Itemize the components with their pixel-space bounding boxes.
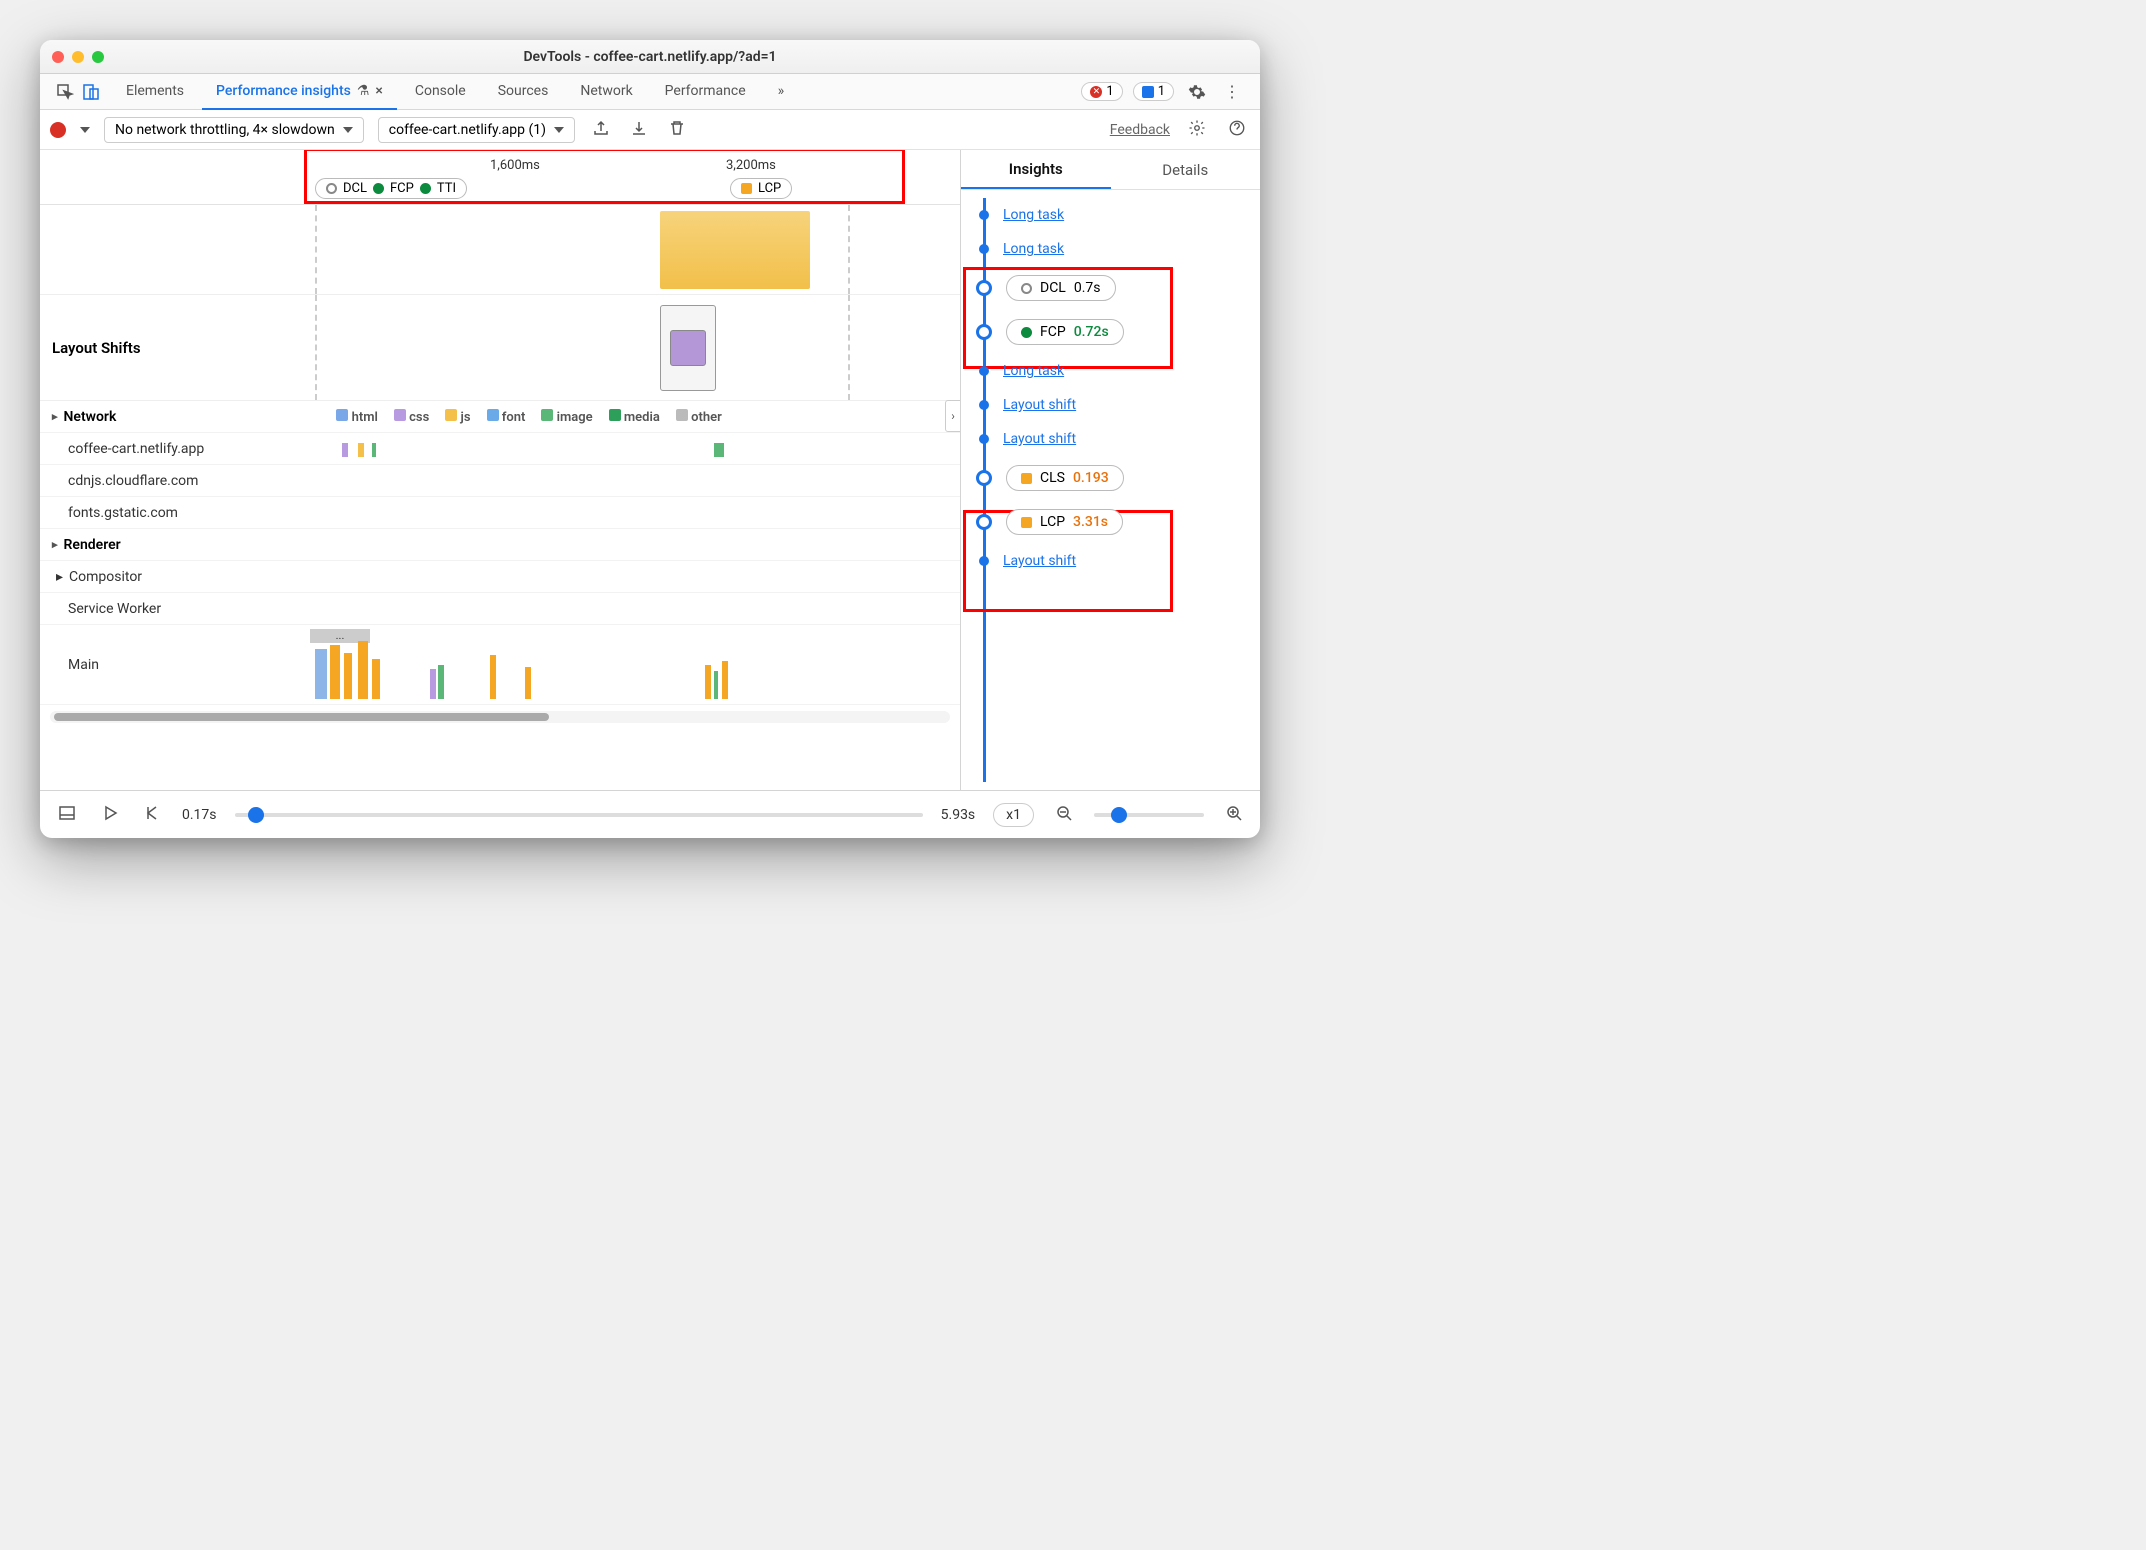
titlebar: DevTools - coffee-cart.netlify.app/?ad=1	[40, 40, 1260, 74]
host-row[interactable]: coffee-cart.netlify.app	[40, 433, 960, 465]
insight-dcl[interactable]: DCL 0.7s	[975, 266, 1260, 310]
tab-console[interactable]: Console	[401, 74, 480, 110]
renderer-section[interactable]: Renderer	[40, 529, 960, 561]
zoom-window[interactable]	[92, 51, 104, 63]
tab-perf-label: Performance insights	[216, 83, 351, 99]
layout-shifts-row: Layout Shifts	[40, 295, 960, 401]
import-icon[interactable]	[627, 116, 651, 144]
expand-drawer-icon[interactable]: ›	[945, 400, 960, 432]
host-row[interactable]: cdnjs.cloudflare.com	[40, 465, 960, 497]
help-icon[interactable]	[1224, 115, 1250, 145]
record-button[interactable]	[50, 122, 66, 138]
insight-long-task[interactable]: Long task	[975, 198, 1260, 232]
drawer-toggle-icon[interactable]	[54, 800, 80, 830]
timeline-ruler[interactable]: 1,600ms 3,200ms DCL FCP TTI LCP	[40, 150, 960, 205]
insight-cls[interactable]: CLS 0.193	[975, 456, 1260, 500]
export-icon[interactable]	[589, 116, 613, 144]
tab-insights[interactable]: Insights	[961, 150, 1111, 189]
error-badge[interactable]: ✕1	[1081, 82, 1122, 101]
play-icon[interactable]	[98, 801, 122, 829]
insight-fcp[interactable]: FCP 0.72s	[975, 310, 1260, 354]
traffic-lights	[52, 51, 104, 63]
scroll-thumb[interactable]	[54, 713, 549, 721]
insight-long-task[interactable]: Long task	[975, 354, 1260, 388]
minimize-window[interactable]	[72, 51, 84, 63]
renderer-label: Renderer	[64, 537, 121, 553]
close-tab-icon[interactable]: ×	[375, 83, 382, 99]
playbar: 0.17s 5.93s x1	[40, 790, 1260, 838]
playback-speed[interactable]: x1	[993, 803, 1034, 827]
playbar-end-time: 5.93s	[941, 807, 976, 823]
horizontal-scrollbar[interactable]	[50, 711, 950, 723]
zoom-out-icon[interactable]	[1052, 801, 1076, 829]
window-title: DevTools - coffee-cart.netlify.app/?ad=1	[523, 49, 776, 65]
kebab-menu-icon[interactable]: ⋮	[1220, 78, 1244, 105]
layout-shift-thumb[interactable]	[660, 305, 716, 391]
tabs-overflow[interactable]: »	[764, 74, 799, 110]
throttle-label: No network throttling, 4× slowdown	[115, 122, 335, 138]
record-dropdown[interactable]	[80, 127, 90, 133]
insight-lcp[interactable]: LCP 3.31s	[975, 500, 1260, 544]
slider-knob[interactable]	[248, 807, 264, 823]
network-section[interactable]: Network html css js font image media oth…	[40, 401, 960, 433]
tick-1600: 1,600ms	[490, 158, 540, 173]
tab-elements[interactable]: Elements	[112, 74, 198, 110]
insights-sidebar: Insights Details Long task Long task DCL…	[960, 150, 1260, 790]
insights-tabs: Insights Details	[961, 150, 1260, 190]
flask-icon: ⚗	[357, 83, 370, 99]
insight-layout-shift[interactable]: Layout shift	[975, 544, 1260, 578]
pill-lcp[interactable]: LCP	[730, 178, 792, 199]
compositor-row[interactable]: ▸ Compositor	[40, 561, 960, 593]
delete-icon[interactable]	[665, 116, 689, 144]
device-toggle-icon[interactable]	[82, 83, 100, 101]
devtools-window: DevTools - coffee-cart.netlify.app/?ad=1…	[40, 40, 1260, 838]
zoom-slider[interactable]	[1094, 813, 1204, 817]
insight-layout-shift[interactable]: Layout shift	[975, 422, 1260, 456]
insights-list: Long task Long task DCL 0.7s FCP 0.72s L…	[961, 190, 1260, 790]
insight-layout-shift[interactable]: Layout shift	[975, 388, 1260, 422]
issue-count: 1	[1158, 84, 1165, 99]
tick-3200: 3,200ms	[726, 158, 776, 173]
issue-badge[interactable]: 1	[1133, 82, 1174, 101]
tab-details[interactable]: Details	[1111, 150, 1261, 189]
tab-sources[interactable]: Sources	[484, 74, 563, 110]
error-count: 1	[1106, 84, 1113, 99]
feedback-link[interactable]: Feedback	[1110, 122, 1170, 138]
zoom-knob[interactable]	[1111, 807, 1127, 823]
pill-dcl-fcp-tti[interactable]: DCL FCP TTI	[315, 178, 467, 199]
host-row[interactable]: fonts.gstatic.com	[40, 497, 960, 529]
cup-icon	[670, 330, 706, 366]
playbar-slider[interactable]	[235, 813, 923, 817]
playbar-start-time: 0.17s	[182, 807, 217, 823]
close-window[interactable]	[52, 51, 64, 63]
timeline-panel: 1,600ms 3,200ms DCL FCP TTI LCP L	[40, 150, 960, 790]
tab-performance[interactable]: Performance	[651, 74, 760, 110]
page-dropdown[interactable]: coffee-cart.netlify.app (1)	[378, 117, 575, 143]
service-worker-row[interactable]: Service Worker	[40, 593, 960, 625]
insights-toolbar: No network throttling, 4× slowdown coffe…	[40, 110, 1260, 150]
network-legend: html css js font image media other	[116, 409, 721, 425]
filmstrip-frame	[660, 211, 810, 289]
filmstrip[interactable]	[40, 205, 960, 295]
main-content: 1,600ms 3,200ms DCL FCP TTI LCP L	[40, 150, 1260, 790]
devtools-tabs: Elements Performance insights ⚗ × Consol…	[40, 74, 1260, 110]
gear-icon[interactable]	[1184, 115, 1210, 145]
zoom-in-icon[interactable]	[1222, 801, 1246, 829]
settings-icon[interactable]	[1184, 79, 1210, 105]
tab-network[interactable]: Network	[566, 74, 646, 110]
inspect-icon[interactable]	[56, 83, 74, 101]
main-row[interactable]: Main ...	[40, 625, 960, 705]
throttle-dropdown[interactable]: No network throttling, 4× slowdown	[104, 117, 364, 143]
tab-performance-insights[interactable]: Performance insights ⚗ ×	[202, 74, 397, 110]
network-label: Network	[64, 409, 117, 425]
insight-long-task[interactable]: Long task	[975, 232, 1260, 266]
page-label: coffee-cart.netlify.app (1)	[389, 122, 546, 138]
go-to-start-icon[interactable]	[140, 801, 164, 829]
layout-shifts-label: Layout Shifts	[52, 339, 141, 357]
